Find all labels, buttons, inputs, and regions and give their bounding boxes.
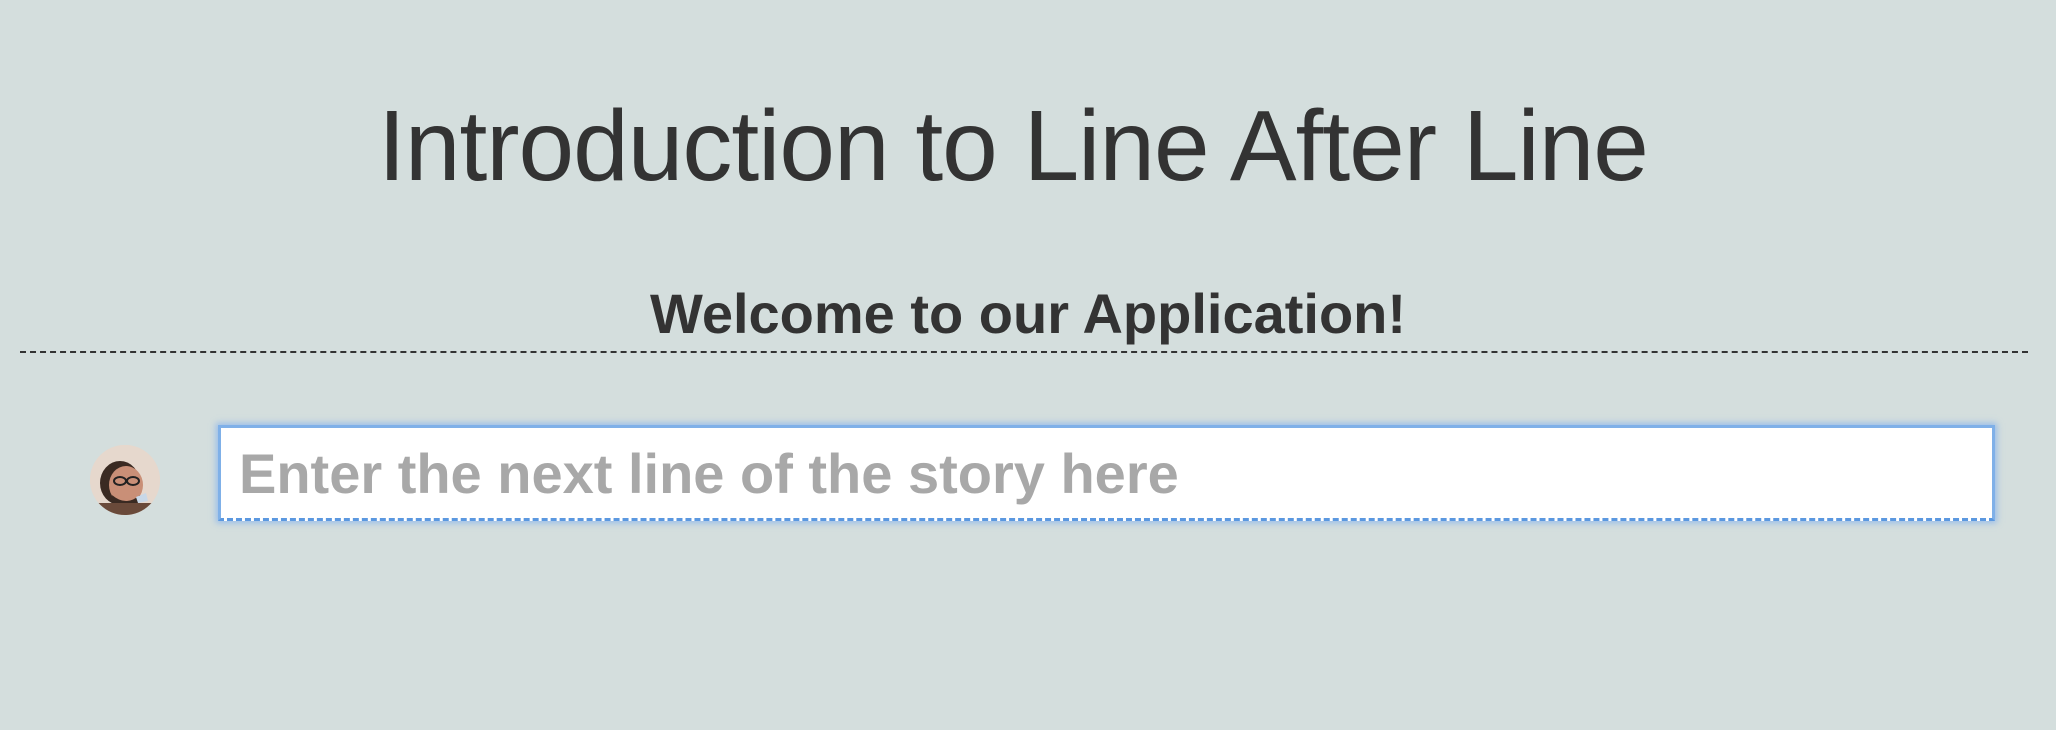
user-avatar-icon [90,445,160,515]
divider [20,351,2028,353]
welcome-heading: Welcome to our Application! [649,282,1407,345]
page-title: Introduction to Line After Line [378,90,1649,202]
avatar-image [90,445,160,515]
story-line-input[interactable] [218,425,1995,521]
